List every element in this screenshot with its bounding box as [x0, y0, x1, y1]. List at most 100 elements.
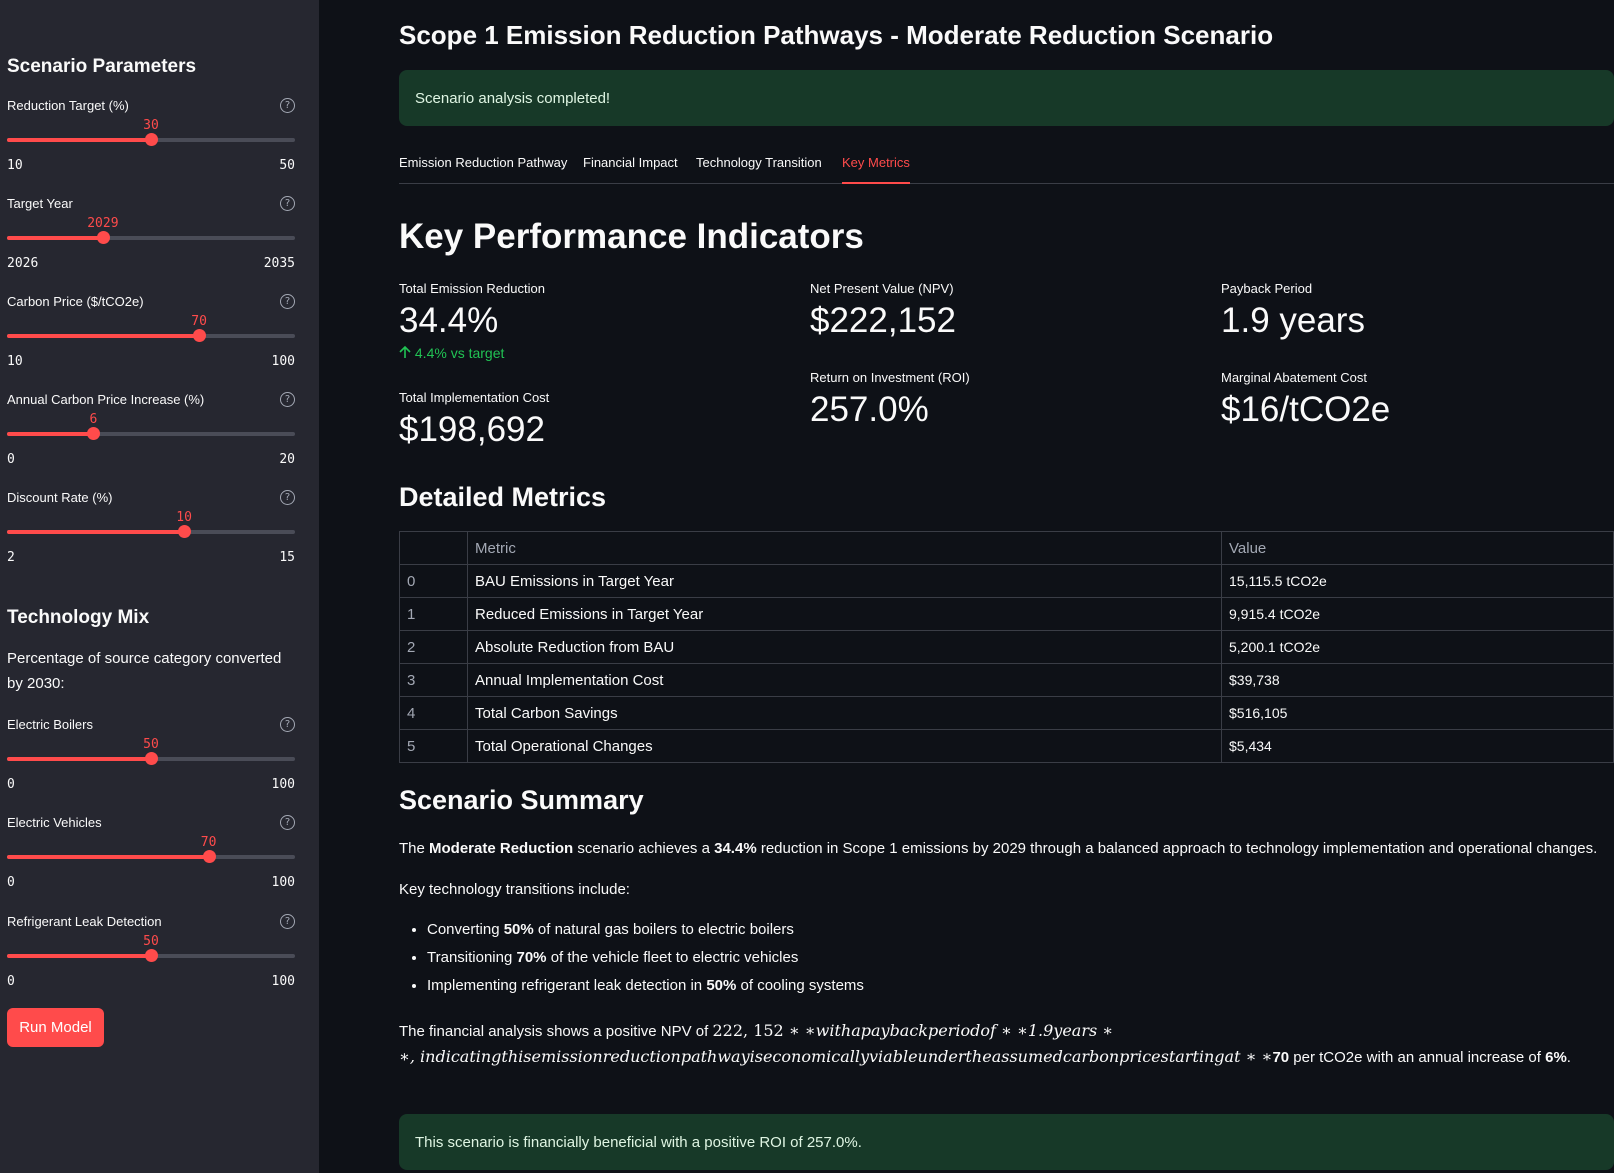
- help-icon[interactable]: ?: [280, 196, 295, 211]
- table-row[interactable]: 2 Absolute Reduction from BAU 5,200.1 tC…: [399, 630, 1614, 664]
- slider-track[interactable]: [7, 850, 295, 863]
- item-text: of natural gas boilers to electric boile…: [533, 921, 794, 938]
- metric-label: Return on Investment (ROI): [810, 370, 970, 385]
- tab-technology-transition[interactable]: Technology Transition: [696, 155, 822, 170]
- slider-label: Refrigerant Leak Detection: [7, 914, 162, 929]
- metric-cell: Total Operational Changes: [467, 729, 1222, 763]
- reduction-target-slider[interactable]: Reduction Target (%) ? 30 10 50: [7, 98, 295, 188]
- slider-label: Electric Boilers: [7, 717, 93, 732]
- target-year-slider[interactable]: Target Year ? 2029 2026 2035: [7, 196, 295, 286]
- slider-thumb[interactable]: [193, 329, 207, 342]
- help-icon[interactable]: ?: [280, 914, 295, 929]
- slider-min: 2: [7, 550, 15, 565]
- table-row[interactable]: 5 Total Operational Changes $5,434: [399, 729, 1614, 763]
- item-text: Transitioning: [427, 949, 517, 966]
- help-icon[interactable]: ?: [280, 98, 295, 113]
- slider-value: 6: [89, 412, 98, 427]
- list-item: Transitioning 70% of the vehicle fleet t…: [427, 944, 1607, 972]
- slider-thumb[interactable]: [178, 525, 192, 538]
- carbon-price-slider[interactable]: Carbon Price ($/tCO2e) ? 70 10 100: [7, 294, 295, 384]
- slider-max: 50: [279, 158, 295, 173]
- metric-value: $198,692: [399, 410, 545, 449]
- slider-thumb[interactable]: [202, 850, 216, 863]
- slider-thumb[interactable]: [87, 427, 101, 440]
- slider-value: 10: [176, 510, 192, 525]
- metric-cell: Reduced Emissions in Target Year: [467, 597, 1222, 631]
- slider-fill: [7, 954, 151, 958]
- kpi-header: Key Performance Indicators: [399, 217, 864, 256]
- value-cell: 9,915.4 tCO2e: [1221, 597, 1614, 631]
- column-header-value[interactable]: Value: [1221, 531, 1614, 565]
- value-cell: 5,200.1 tCO2e: [1221, 630, 1614, 664]
- help-icon[interactable]: ?: [280, 717, 295, 732]
- slider-value: 50: [143, 737, 159, 752]
- slider-track[interactable]: [7, 752, 295, 765]
- slider-value: 70: [200, 835, 217, 850]
- column-header-metric[interactable]: Metric: [467, 531, 1222, 565]
- slider-track[interactable]: [7, 231, 295, 244]
- electric-vehicles-slider[interactable]: Electric Vehicles ? 70 0 100: [7, 815, 295, 905]
- reduction-percent: 34.4%: [714, 840, 757, 857]
- value-cell: $39,738: [1221, 663, 1614, 697]
- slider-max: 100: [271, 875, 295, 890]
- slider-max: 20: [279, 452, 295, 467]
- slider-track[interactable]: [7, 949, 295, 962]
- refrigerant-leak-detection-slider[interactable]: Refrigerant Leak Detection ? 50 0 100: [7, 914, 295, 1004]
- sidebar: Scenario Parameters Reduction Target (%)…: [0, 0, 319, 1173]
- help-icon[interactable]: ?: [280, 294, 295, 309]
- row-index: 1: [399, 597, 468, 631]
- table-row[interactable]: 4 Total Carbon Savings $516,105: [399, 696, 1614, 730]
- help-icon[interactable]: ?: [280, 815, 295, 830]
- slider-thumb[interactable]: [96, 231, 110, 244]
- slider-track[interactable]: [7, 525, 295, 538]
- tab-financial-impact[interactable]: Financial Impact: [583, 155, 678, 170]
- row-index: 2: [399, 630, 468, 664]
- list-item: Implementing refrigerant leak detection …: [427, 972, 1607, 1000]
- slider-min: 0: [7, 777, 15, 792]
- electric-boilers-slider[interactable]: Electric Boilers ? 50 0 100: [7, 717, 295, 807]
- metric-cell: Absolute Reduction from BAU: [467, 630, 1222, 664]
- financial-analysis-paragraph: The financial analysis shows a positive …: [399, 1018, 1614, 1070]
- slider-thumb[interactable]: [145, 133, 158, 146]
- slider-thumb[interactable]: [145, 752, 158, 765]
- detailed-metrics-table[interactable]: Metric Value 0 BAU Emissions in Target Y…: [399, 531, 1614, 763]
- slider-track[interactable]: [7, 133, 295, 146]
- slider-label: Annual Carbon Price Increase (%): [7, 392, 205, 407]
- help-icon[interactable]: ?: [280, 490, 295, 505]
- math-render: ∗, indicatingthisemissionreductionpathwa…: [399, 1047, 1273, 1066]
- table-row[interactable]: 3 Annual Implementation Cost $39,738: [399, 663, 1614, 697]
- value-cell: 15,115.5 tCO2e: [1221, 564, 1614, 598]
- tab-key-metrics[interactable]: Key Metrics: [842, 155, 910, 184]
- item-percent: 50%: [706, 977, 737, 994]
- help-icon[interactable]: ?: [280, 392, 295, 407]
- table-row[interactable]: 0 BAU Emissions in Target Year 15,115.5 …: [399, 564, 1614, 598]
- discount-rate-slider[interactable]: Discount Rate (%) ? 10 2 15: [7, 490, 295, 580]
- slider-thumb[interactable]: [145, 949, 158, 962]
- summary-paragraph: The Moderate Reduction scenario achieves…: [399, 836, 1614, 861]
- slider-track[interactable]: [7, 329, 295, 342]
- metric-cell: BAU Emissions in Target Year: [467, 564, 1222, 598]
- slider-label: Carbon Price ($/tCO2e): [7, 294, 144, 309]
- slider-track[interactable]: [7, 427, 295, 440]
- technology-transitions-list: Converting 50% of natural gas boilers to…: [399, 916, 1607, 1000]
- slider-fill: [7, 334, 200, 338]
- item-percent: 70%: [516, 949, 547, 966]
- metric-value: 34.4%: [399, 301, 499, 340]
- summary-text: .: [1566, 1049, 1571, 1066]
- metric-value: $222,152: [810, 301, 956, 340]
- success-alert: Scenario analysis completed!: [399, 70, 1614, 126]
- value-cell: $516,105: [1221, 696, 1614, 730]
- annual-carbon-price-increase-slider[interactable]: Annual Carbon Price Increase (%) ? 6 0 2…: [7, 392, 295, 482]
- scenario-summary-header: Scenario Summary: [399, 785, 644, 815]
- slider-max: 15: [279, 550, 295, 565]
- tab-emission-reduction-pathway[interactable]: Emission Reduction Pathway: [399, 155, 567, 170]
- main-content: Scope 1 Emission Reduction Pathways - Mo…: [399, 0, 1614, 1173]
- slider-label: Electric Vehicles: [7, 815, 102, 830]
- increase-percent: 6%: [1545, 1049, 1567, 1066]
- run-model-button[interactable]: Run Model: [7, 1008, 104, 1047]
- arrow-up-icon: [399, 345, 415, 361]
- slider-min: 0: [7, 974, 15, 989]
- column-header-index[interactable]: [399, 531, 468, 565]
- table-row[interactable]: 1 Reduced Emissions in Target Year 9,915…: [399, 597, 1614, 631]
- math-render: ∗ ∗withapaybackperiodof ∗ ∗1.9years ∗: [783, 1021, 1114, 1040]
